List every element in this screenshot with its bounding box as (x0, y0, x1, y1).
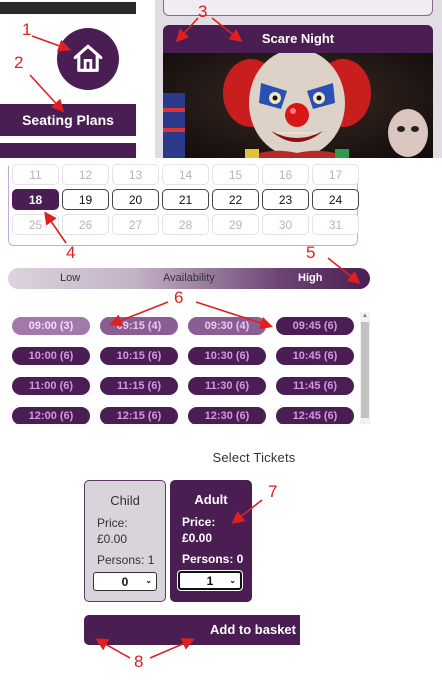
chevron-down-icon: ⌄ (229, 576, 236, 585)
time-slot-button[interactable]: 10:00 (6) (12, 347, 90, 365)
availability-high-label: High (298, 272, 323, 284)
chevron-down-icon: ⌄ (145, 576, 152, 585)
child-quantity-select[interactable]: 0 ⌄ (93, 572, 157, 591)
time-slot-button[interactable]: 12:00 (6) (12, 407, 90, 424)
calendar-day-28: 28 (162, 214, 209, 235)
seating-plans-button[interactable]: Seating Plans (0, 104, 136, 136)
calendar-day-17: 17 (312, 164, 359, 185)
availability-legend: Low Availability High (8, 268, 370, 289)
persons-count: Persons: 0 (182, 552, 244, 566)
calendar-day-22[interactable]: 22 (212, 189, 259, 210)
calendar-day-14: 14 (162, 164, 209, 185)
bottom-bar (0, 143, 136, 158)
price-value: £0.00 (182, 531, 213, 545)
annotation-4: 4 (66, 243, 76, 262)
calendar-day-11: 11 (12, 164, 59, 185)
calendar-day-24[interactable]: 24 (312, 189, 359, 210)
annotation-6: 6 (174, 288, 184, 307)
calendar-day-15: 15 (212, 164, 259, 185)
time-slot-button[interactable]: 09:00 (3) (12, 317, 90, 335)
time-slot-button[interactable]: 11:00 (6) (12, 377, 90, 395)
adult-ticket-card: Adult Price: £0.00 Persons: 0 1 ⌄ (170, 480, 252, 602)
time-slot-button[interactable]: 11:15 (6) (100, 377, 178, 395)
time-slot-button[interactable]: 12:30 (6) (188, 407, 266, 424)
time-slot-button[interactable]: 12:45 (6) (276, 407, 354, 424)
child-ticket-card: Child Price: £0.00 Persons: 1 0 ⌄ (84, 480, 166, 602)
calendar-day-23[interactable]: 23 (262, 189, 309, 210)
clown-image (163, 53, 433, 158)
time-slot-button[interactable]: 10:30 (6) (188, 347, 266, 365)
calendar-day-25: 25 (12, 214, 59, 235)
event-panel: Scare Night (155, 0, 442, 158)
time-slot-button[interactable]: 09:45 (6) (276, 317, 354, 335)
calendar-day-27: 27 (112, 214, 159, 235)
annotation-3: 3 (198, 2, 208, 21)
calendar-day-20[interactable]: 20 (112, 189, 159, 210)
availability-low-label: Low (60, 272, 81, 284)
home-button[interactable] (57, 28, 119, 90)
calendar-day-19[interactable]: 19 (62, 189, 109, 210)
time-slot-scrollbar[interactable]: ▲ (360, 312, 370, 424)
price-label: Price: (97, 516, 128, 530)
time-slot-button[interactable]: 09:30 (4) (188, 317, 266, 335)
calendar-day-21[interactable]: 21 (162, 189, 209, 210)
calendar-day-26: 26 (62, 214, 109, 235)
event-title: Scare Night (261, 30, 335, 46)
calendar-day-29: 29 (212, 214, 259, 235)
annotation-7: 7 (268, 482, 278, 501)
calendar-day-30: 30 (262, 214, 309, 235)
ticket-name: Child (110, 493, 140, 508)
scroll-up-icon[interactable]: ▲ (362, 313, 368, 319)
scroll-thumb[interactable] (361, 322, 369, 418)
date-calendar: 11 12 13 14 15 16 17 18 19 20 21 22 23 24 25 26 27 28 29 30… (8, 164, 359, 246)
time-slot-button[interactable]: 12:15 (6) (100, 407, 178, 424)
calendar-day-18[interactable]: 18 (12, 189, 59, 210)
event-card[interactable]: Scare Night (163, 25, 433, 158)
annotation-8: 8 (134, 652, 144, 671)
availability-label: Availability (163, 272, 215, 284)
calendar-day-31: 31 (312, 214, 359, 235)
ticket-name: Adult (194, 492, 228, 507)
time-slot-button[interactable]: 11:45 (6) (276, 377, 354, 395)
calendar-day-13: 13 (112, 164, 159, 185)
time-slot-button[interactable]: 10:15 (6) (100, 347, 178, 365)
price-label: Price: (182, 515, 216, 529)
annotation-5: 5 (306, 243, 316, 262)
time-slot-button[interactable]: 11:30 (6) (188, 377, 266, 395)
calendar-day-16: 16 (262, 164, 309, 185)
time-slot-button[interactable]: 09:15 (4) (100, 317, 178, 335)
annotation-2: 2 (14, 53, 24, 72)
time-slot-button[interactable]: 10:45 (6) (276, 347, 354, 365)
time-slot-list: 09:00 (3) 09:15 (4) 09:30 (4) 09:45 (6) 10:0… (8, 312, 370, 424)
adult-quantity-select[interactable]: 1 ⌄ (177, 570, 243, 591)
home-icon (73, 44, 103, 72)
add-to-basket-button[interactable]: Add to basket (84, 615, 300, 645)
select-tickets-title: Select Tickets (212, 450, 296, 465)
price-value: £0.00 (97, 532, 128, 546)
persons-count: Persons: 1 (97, 553, 155, 567)
calendar-day-12: 12 (62, 164, 109, 185)
annotation-1: 1 (22, 20, 32, 39)
top-bar (0, 2, 136, 14)
